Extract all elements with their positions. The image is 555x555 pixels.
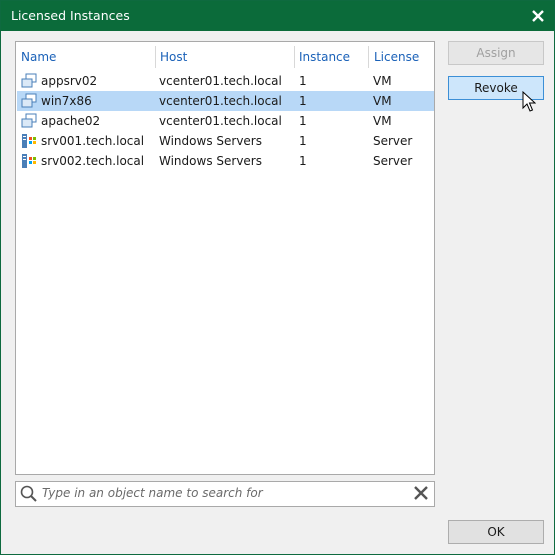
cell-license: VM bbox=[373, 74, 392, 88]
cell-name: appsrv02 bbox=[41, 74, 98, 88]
cell-host: Windows Servers bbox=[159, 154, 262, 168]
table-row[interactable]: win7x86 vcenter01.tech.local 1 VM bbox=[17, 91, 434, 111]
licensed-instances-dialog: Licensed Instances Name Host Instance Li… bbox=[0, 0, 555, 555]
cell-name: srv001.tech.local bbox=[41, 134, 145, 148]
vm-icon bbox=[21, 73, 37, 88]
search-icon bbox=[20, 485, 37, 502]
ok-button[interactable]: OK bbox=[448, 520, 544, 544]
cell-host: vcenter01.tech.local bbox=[159, 114, 282, 128]
column-separator[interactable] bbox=[368, 46, 369, 68]
mouse-pointer-icon bbox=[522, 91, 536, 112]
column-header-license[interactable]: License bbox=[374, 50, 419, 64]
table-row[interactable]: apache02 vcenter01.tech.local 1 VM bbox=[17, 111, 434, 131]
vm-icon bbox=[21, 113, 37, 128]
search-box[interactable] bbox=[15, 481, 435, 507]
close-icon bbox=[532, 10, 544, 22]
windows-server-icon bbox=[22, 154, 36, 168]
close-button[interactable] bbox=[528, 6, 548, 26]
cell-instance: 1 bbox=[299, 134, 307, 148]
cell-host: Windows Servers bbox=[159, 134, 262, 148]
column-header-instance[interactable]: Instance bbox=[299, 50, 350, 64]
window-title: Licensed Instances bbox=[11, 8, 130, 23]
cell-license: VM bbox=[373, 114, 392, 128]
cell-license: Server bbox=[373, 154, 413, 168]
column-header-host[interactable]: Host bbox=[160, 50, 187, 64]
cell-instance: 1 bbox=[299, 94, 307, 108]
table-row[interactable]: srv002.tech.local Windows Servers 1 Serv… bbox=[17, 151, 434, 171]
clear-search-icon[interactable] bbox=[414, 486, 428, 500]
cell-host: vcenter01.tech.local bbox=[159, 94, 282, 108]
cell-host: vcenter01.tech.local bbox=[159, 74, 282, 88]
table-row[interactable]: srv001.tech.local Windows Servers 1 Serv… bbox=[17, 131, 434, 151]
cell-license: VM bbox=[373, 94, 392, 108]
title-bar: Licensed Instances bbox=[1, 1, 554, 31]
vm-icon bbox=[21, 93, 37, 108]
list-header: Name Host Instance License bbox=[16, 42, 434, 72]
cell-instance: 1 bbox=[299, 114, 307, 128]
column-separator[interactable] bbox=[155, 46, 156, 68]
table-row[interactable]: appsrv02 vcenter01.tech.local 1 VM bbox=[17, 71, 434, 91]
column-separator[interactable] bbox=[294, 46, 295, 68]
cell-instance: 1 bbox=[299, 154, 307, 168]
assign-button[interactable]: Assign bbox=[448, 41, 544, 65]
cell-license: Server bbox=[373, 134, 413, 148]
search-input[interactable] bbox=[42, 485, 402, 501]
cell-name: srv002.tech.local bbox=[41, 154, 145, 168]
column-header-name[interactable]: Name bbox=[21, 50, 56, 64]
cell-name: win7x86 bbox=[41, 94, 92, 108]
cell-instance: 1 bbox=[299, 74, 307, 88]
windows-server-icon bbox=[22, 134, 36, 148]
cell-name: apache02 bbox=[41, 114, 101, 128]
instances-list[interactable]: Name Host Instance License appsrv02 vcen… bbox=[15, 41, 435, 475]
